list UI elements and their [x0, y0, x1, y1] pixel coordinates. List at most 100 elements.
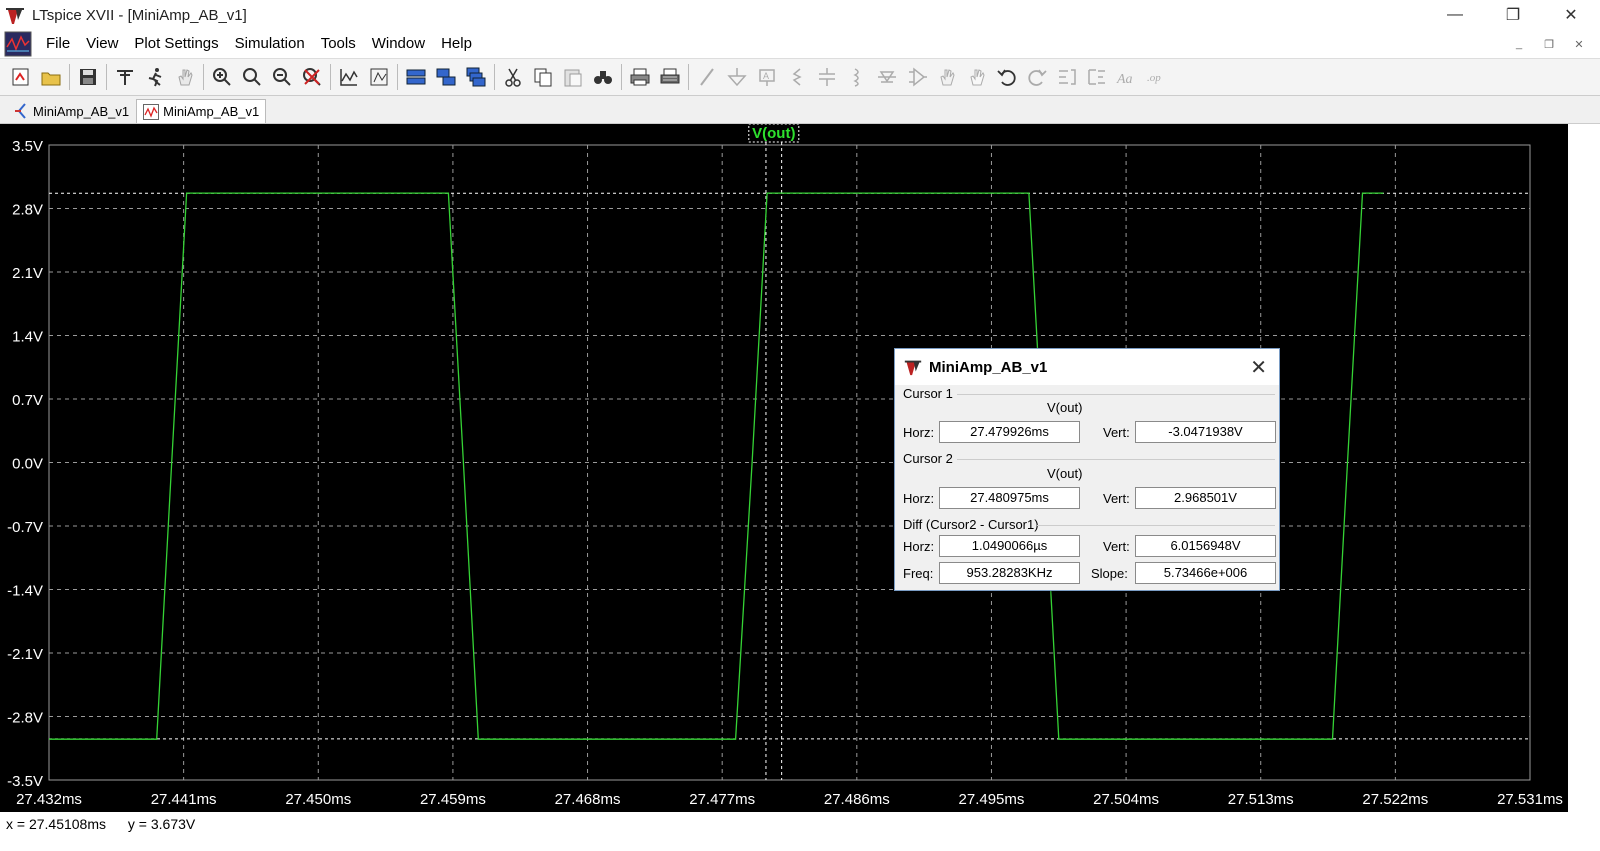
cursor2-horz-field[interactable]: 27.480975ms: [939, 487, 1080, 509]
redo-button[interactable]: [1022, 62, 1052, 92]
waveform-document-icon[interactable]: [4, 31, 32, 57]
copy-button[interactable]: [528, 62, 558, 92]
cascade-button[interactable]: [461, 62, 491, 92]
document-tabs: MiniAmp_AB_v1 MiniAmp_AB_v1: [0, 96, 1600, 124]
zoom-cancel-button[interactable]: [297, 62, 327, 92]
undo-button[interactable]: [992, 62, 1022, 92]
menu-help[interactable]: Help: [433, 30, 480, 58]
waveform-plot[interactable]: 27.432ms 27.441ms 27.450ms 27.459ms 27.468ms…: [0, 124, 1568, 812]
undo-icon: [997, 69, 1016, 86]
ground-button[interactable]: [722, 62, 752, 92]
resistor-button[interactable]: [782, 62, 812, 92]
run-button[interactable]: [140, 62, 170, 92]
section-divider: [957, 459, 1275, 460]
zoom-area-icon: [243, 68, 261, 86]
find-button[interactable]: [588, 62, 618, 92]
cut-icon: [505, 68, 521, 87]
move-button[interactable]: [932, 62, 962, 92]
menu-file[interactable]: File: [38, 30, 78, 58]
save-icon: [80, 69, 96, 85]
diff-horz-field[interactable]: 1.0490066µs: [939, 535, 1080, 557]
section-divider: [1037, 525, 1275, 526]
cursor2-trace: V(out): [1047, 466, 1083, 481]
trace-label[interactable]: V(out): [752, 125, 795, 142]
tile-horizontal-button[interactable]: [431, 62, 461, 92]
cut-button[interactable]: [498, 62, 528, 92]
x-tick-label: 27.468ms: [555, 791, 621, 808]
waveform-chart[interactable]: 27.432ms 27.441ms 27.450ms 27.459ms 27.468ms…: [0, 124, 1568, 812]
text-button[interactable]: Aa: [1112, 62, 1142, 92]
minimize-button[interactable]: —: [1426, 0, 1484, 30]
component-icon: [909, 67, 927, 87]
wire-button[interactable]: [692, 62, 722, 92]
cursor1-horz-field[interactable]: 27.479926ms: [939, 421, 1080, 443]
dialog-title: MiniAmp_AB_v1: [929, 358, 1048, 376]
toolbar-separator: [203, 64, 204, 90]
mark-unused-button[interactable]: [364, 62, 394, 92]
menu-tools[interactable]: Tools: [313, 30, 364, 58]
mdi-close-button[interactable]: ✕: [1564, 38, 1594, 51]
component-button[interactable]: [902, 62, 932, 92]
x-tick-label: 27.459ms: [420, 791, 486, 808]
dialog-header[interactable]: MiniAmp_AB_v1 ✕: [895, 349, 1279, 385]
slope-field[interactable]: 5.73466e+006: [1135, 562, 1276, 584]
svg-text:A: A: [763, 71, 769, 81]
zoom-out-button[interactable]: [267, 62, 297, 92]
tab-waveform[interactable]: MiniAmp_AB_v1: [136, 99, 267, 123]
menu-window[interactable]: Window: [364, 30, 433, 58]
x-tick-label: 27.432ms: [16, 791, 82, 808]
control-panel-button[interactable]: [110, 62, 140, 92]
drag-button[interactable]: [962, 62, 992, 92]
plot-right-margin: [1568, 124, 1600, 812]
y-tick-label: 0.0V: [12, 456, 43, 473]
diff-label: Diff (Cursor2 - Cursor1): [903, 517, 1039, 532]
mdi-restore-button[interactable]: ❐: [1534, 38, 1564, 51]
menu-simulation[interactable]: Simulation: [227, 30, 313, 58]
title-bar: LTspice XVII - [MiniAmp_AB_v1] — ❐ ✕: [0, 0, 1600, 30]
save-button[interactable]: [73, 62, 103, 92]
mirror-button[interactable]: [1082, 62, 1112, 92]
x-tick-label: 27.486ms: [824, 791, 890, 808]
dialog-close-button[interactable]: ✕: [1250, 355, 1267, 380]
print-button[interactable]: [625, 62, 655, 92]
restore-button[interactable]: ❐: [1484, 0, 1542, 30]
menu-view[interactable]: View: [78, 30, 126, 58]
cursor1-vert-field[interactable]: -3.0471938V: [1135, 421, 1276, 443]
ltspice-logo-icon: [6, 8, 24, 24]
open-button[interactable]: [36, 62, 66, 92]
status-y-readout: y = 3.673V: [127, 816, 196, 832]
label-net-button[interactable]: A: [752, 62, 782, 92]
spice-directive-button[interactable]: .op: [1142, 62, 1172, 92]
window-title: LTspice XVII - [MiniAmp_AB_v1]: [32, 6, 247, 24]
close-button[interactable]: ✕: [1542, 0, 1600, 30]
print-setup-button[interactable]: [655, 62, 685, 92]
y-tick-label: -0.7V: [7, 519, 43, 536]
toolbar-separator: [621, 64, 622, 90]
pan-button[interactable]: [170, 62, 200, 92]
diff-vert-field[interactable]: 6.0156948V: [1135, 535, 1276, 557]
menu-plot-settings[interactable]: Plot Settings: [126, 30, 226, 58]
cursor2-vert-field[interactable]: 2.968501V: [1135, 487, 1276, 509]
cursor1-horz-label: Horz:: [903, 425, 935, 440]
cursor-dialog[interactable]: MiniAmp_AB_v1 ✕ Cursor 1 V(out) Horz: 27…: [894, 348, 1280, 591]
new-schematic-button[interactable]: [6, 62, 36, 92]
toolbar: A Aa .op: [0, 58, 1600, 96]
cursor2-horz-label: Horz:: [903, 491, 935, 506]
capacitor-button[interactable]: [812, 62, 842, 92]
status-x-readout: x = 27.45108ms: [6, 816, 107, 832]
tile-vertical-button[interactable]: [401, 62, 431, 92]
rotate-button[interactable]: [1052, 62, 1082, 92]
autorange-button[interactable]: [334, 62, 364, 92]
section-divider: [957, 394, 1275, 395]
zoom-area-button[interactable]: [237, 62, 267, 92]
inductor-button[interactable]: [842, 62, 872, 92]
paste-button[interactable]: [558, 62, 588, 92]
y-tick-label: -1.4V: [7, 583, 43, 600]
run-icon: [148, 68, 162, 87]
freq-field[interactable]: 953.28283KHz: [939, 562, 1080, 584]
tab-schematic[interactable]: MiniAmp_AB_v1: [6, 99, 136, 123]
mdi-minimize-button[interactable]: _: [1504, 38, 1534, 50]
zoom-in-button[interactable]: [207, 62, 237, 92]
autorange-icon: [340, 69, 358, 86]
diode-button[interactable]: [872, 62, 902, 92]
